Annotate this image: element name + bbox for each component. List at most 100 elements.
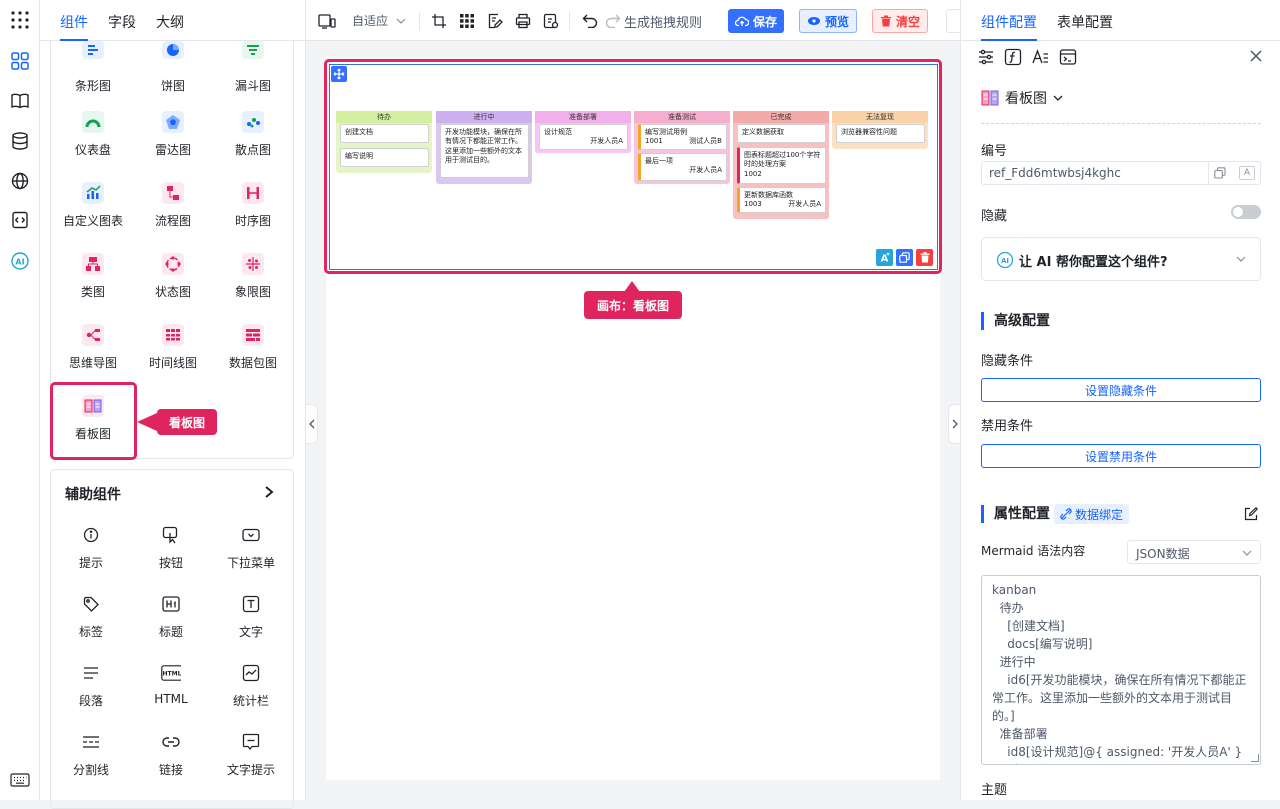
aux-item-button[interactable]: 按钮 [131, 525, 211, 585]
function-icon[interactable] [1004, 48, 1022, 66]
adapt-select[interactable]: 自适应 [352, 12, 406, 29]
ai-action-icon[interactable]: A [876, 249, 893, 266]
adapt-select-value: 自适应 [352, 14, 389, 28]
more-button[interactable] [946, 9, 960, 33]
aux-item-statistic[interactable]: 统计栏 [211, 663, 291, 723]
copy-icon[interactable] [1214, 167, 1226, 179]
button-icon [161, 525, 181, 545]
undo-icon[interactable] [581, 12, 599, 30]
aux-item-link[interactable]: 链接 [131, 732, 211, 792]
divider [981, 123, 1261, 124]
component-quadrant-chart[interactable]: 象限图 [213, 253, 293, 319]
edit-document-icon[interactable] [486, 12, 504, 30]
component-custom-chart[interactable]: 自定义图表 [53, 182, 133, 248]
resize-handle-icon[interactable] [1251, 754, 1259, 762]
component-type-select[interactable]: 看板图 [981, 88, 1063, 108]
aux-item-paragraph[interactable]: 段落 [51, 663, 131, 723]
close-icon[interactable] [1249, 49, 1263, 63]
book-icon[interactable] [8, 89, 32, 113]
clear-button[interactable]: 清空 [872, 9, 929, 33]
aux-item-text[interactable]: 文字 [211, 594, 291, 654]
kanban-card[interactable]: 编写说明 [340, 148, 429, 167]
kanban-card[interactable]: 更新数据库函数 1003 开发人员A [737, 187, 826, 213]
copy-action-icon[interactable] [896, 249, 913, 266]
mermaid-code-textarea[interactable]: kanban 待办 [创建文档] docs[编写说明] 进行中 id6[开发功能… [981, 575, 1261, 765]
data-binding-button[interactable]: 数据绑定 [1054, 504, 1130, 524]
chevron-right-icon[interactable] [263, 485, 275, 499]
component-label: 类图 [80, 285, 105, 299]
tab-fields[interactable]: 字段 [108, 12, 136, 32]
kanban-card[interactable]: 浏览器兼容性问题 [836, 124, 925, 143]
component-sequence-diagram[interactable]: 时序图 [213, 182, 293, 248]
kanban-card[interactable]: 设计规范 开发人员A [539, 124, 628, 150]
component-timeline[interactable]: 时间线图 [133, 324, 213, 390]
kanban-card[interactable]: 创建文档 [340, 124, 429, 143]
keyboard-icon[interactable] [8, 768, 32, 792]
database-icon[interactable] [8, 129, 32, 153]
ai-assist-panel[interactable]: AI 让 AI 帮你配置这个组件? [981, 237, 1261, 281]
set-hide-condition-button[interactable]: 设置隐藏条件 [981, 378, 1261, 402]
kanban-card[interactable]: 开发功能模块，确保在所有情况下都能正常工作。这里添加一些额外的文本用于测试目的。 [440, 124, 529, 178]
save-button[interactable]: 保存 [728, 9, 785, 33]
collapse-right-panel[interactable] [948, 404, 960, 444]
tab-outline[interactable]: 大纲 [156, 12, 184, 32]
print-icon[interactable] [514, 12, 532, 30]
aux-item-html[interactable]: HTML HTML [131, 663, 211, 723]
redo-icon[interactable] [604, 12, 622, 30]
component-gauge[interactable]: 仪表盘 [53, 111, 133, 177]
aux-item-divider[interactable]: 分割线 [51, 732, 131, 792]
sliders-icon[interactable] [977, 48, 995, 66]
component-state-diagram[interactable]: 状态图 [133, 253, 213, 319]
tab-form-config[interactable]: 表单配置 [1057, 12, 1113, 32]
auxiliary-components-panel: 辅助组件 提示 按钮 下拉菜单 标签 标题 文字 段落 HTML HTML 统计… [50, 469, 294, 809]
ai-icon[interactable]: AI [8, 249, 32, 273]
text-style-icon[interactable] [1031, 48, 1049, 66]
collapse-left-panel[interactable] [306, 404, 318, 444]
component-pie-chart[interactable]: 饼图 [133, 41, 213, 107]
apps-grid-icon[interactable] [8, 8, 32, 32]
card-assignee: 开发人员A [689, 166, 722, 175]
tab-components[interactable]: 组件 [60, 12, 88, 32]
component-bar-chart[interactable]: 条形图 [53, 41, 133, 107]
move-handle-icon[interactable] [331, 66, 347, 82]
kanban-card[interactable]: 定义数据获取 [737, 124, 826, 143]
kanban-card[interactable]: 最后一项 开发人员A [638, 153, 727, 181]
code-file-icon[interactable] [8, 208, 32, 232]
delete-action-icon[interactable] [916, 249, 933, 266]
component-packet-diagram[interactable]: 数据包图 [213, 324, 293, 390]
dropdown-icon [241, 525, 261, 545]
hide-toggle[interactable] [1231, 205, 1261, 219]
preview-button[interactable]: 预览 [799, 9, 858, 33]
component-label: 流程图 [154, 214, 191, 228]
edit-icon[interactable] [1244, 507, 1258, 521]
components-icon[interactable] [8, 49, 32, 73]
font-a-icon[interactable]: A [1239, 166, 1255, 180]
code-review-icon[interactable] [542, 12, 560, 30]
kanban-card[interactable]: 图表标题超过100个字符时的处理方案 1002 [737, 147, 826, 184]
script-icon[interactable] [1059, 48, 1077, 66]
toolbar-divider [419, 12, 420, 30]
tab-component-config[interactable]: 组件配置 [981, 12, 1037, 32]
component-funnel-chart[interactable]: 漏斗图 [213, 41, 293, 107]
generate-drag-rule-button[interactable]: 生成拖拽规则 [624, 12, 702, 31]
crop-icon[interactable] [430, 12, 448, 30]
grid-layout-icon[interactable] [458, 12, 476, 30]
format-select[interactable]: JSON数据 [1127, 540, 1261, 564]
aux-item-tip[interactable]: 提示 [51, 525, 131, 585]
aux-item-heading[interactable]: 标题 [131, 594, 211, 654]
id-field[interactable]: ref_Fdd6mtwbsj4kghc A [981, 161, 1261, 185]
component-class-diagram[interactable]: 类图 [53, 253, 133, 319]
component-radar-chart[interactable]: 雷达图 [133, 111, 213, 177]
component-label: 状态图 [154, 285, 191, 299]
component-scatter-chart[interactable]: 散点图 [213, 111, 293, 177]
set-disable-condition-button[interactable]: 设置禁用条件 [981, 444, 1261, 468]
aux-item-tooltip[interactable]: 文字提示 [211, 732, 291, 792]
device-icon[interactable] [318, 12, 336, 30]
component-flowchart[interactable]: 流程图 [133, 182, 213, 248]
component-mindmap[interactable]: 思维导图 [53, 324, 133, 390]
aux-item-dropdown[interactable]: 下拉菜单 [211, 525, 291, 585]
kanban-card[interactable]: 编写测试用例 1001 测试人员B [638, 124, 727, 150]
globe-icon[interactable] [8, 169, 32, 193]
aux-item-tag[interactable]: 标签 [51, 594, 131, 654]
toggle-knob [1233, 207, 1243, 217]
